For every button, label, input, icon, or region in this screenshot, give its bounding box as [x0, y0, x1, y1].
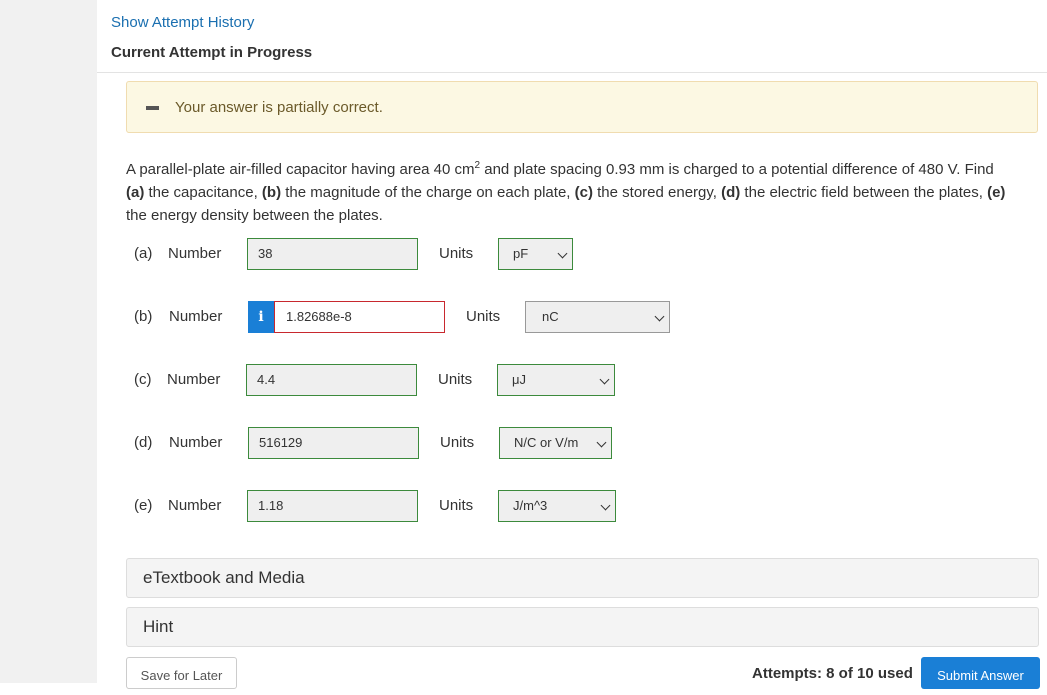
save-for-later-button[interactable]: Save for Later	[126, 657, 237, 689]
units-label: Units	[438, 371, 473, 388]
units-select-value: pF	[513, 246, 529, 261]
units-select-value: N/C or V/m	[514, 435, 579, 450]
part-tag: (a)	[134, 245, 153, 262]
units-label: Units	[440, 434, 475, 451]
answer-row-b: (b) Number i 1.82688e-8 Units nC	[0, 301, 1047, 335]
chevron-down-icon	[599, 374, 610, 385]
units-select-a[interactable]: pF	[498, 238, 573, 270]
number-label: Number	[168, 497, 222, 514]
etextbook-media-panel[interactable]: eTextbook and Media	[126, 558, 1039, 598]
answer-input-a[interactable]: 38	[247, 238, 418, 270]
units-label: Units	[439, 245, 474, 262]
chevron-down-icon	[596, 437, 607, 448]
units-select-b[interactable]: nC	[525, 301, 670, 333]
units-select-value: μJ	[512, 372, 526, 387]
show-attempt-history-link[interactable]: Show Attempt History	[111, 14, 254, 31]
feedback-banner: Your answer is partially correct.	[126, 81, 1038, 133]
submit-answer-button[interactable]: Submit Answer	[921, 657, 1040, 689]
feedback-message: Your answer is partially correct.	[175, 99, 383, 116]
answer-input-b[interactable]: 1.82688e-8	[274, 301, 445, 333]
part-tag: (c)	[134, 371, 152, 388]
question-text: A parallel-plate air-filled capacitor ha…	[126, 160, 1006, 225]
answer-row-e: (e) Number 1.18 Units J/m^3	[0, 490, 1047, 524]
header-divider	[97, 72, 1047, 73]
answer-input-c[interactable]: 4.4	[246, 364, 417, 396]
chevron-down-icon	[600, 500, 611, 511]
answer-row-c: (c) Number 4.4 Units μJ	[0, 364, 1047, 398]
units-select-e[interactable]: J/m^3	[498, 490, 616, 522]
number-label: Number	[169, 308, 223, 325]
part-tag: (d)	[134, 434, 153, 451]
minus-icon	[146, 106, 159, 110]
number-label: Number	[168, 245, 222, 262]
left-sidebar	[0, 0, 97, 683]
number-label: Number	[167, 371, 221, 388]
units-label: Units	[439, 497, 474, 514]
answer-input-d[interactable]: 516129	[248, 427, 419, 459]
hint-panel[interactable]: Hint	[126, 607, 1039, 647]
part-tag: (b)	[134, 308, 153, 325]
units-select-d[interactable]: N/C or V/m	[499, 427, 612, 459]
units-select-c[interactable]: μJ	[497, 364, 615, 396]
number-label: Number	[169, 434, 223, 451]
answer-input-e[interactable]: 1.18	[247, 490, 418, 522]
part-tag: (e)	[134, 497, 153, 514]
attempts-counter: Attempts: 8 of 10 used	[752, 665, 913, 682]
units-select-value: J/m^3	[513, 498, 548, 513]
answer-row-a: (a) Number 38 Units pF	[0, 238, 1047, 272]
info-icon[interactable]: i	[248, 301, 274, 333]
answer-row-d: (d) Number 516129 Units N/C or V/m	[0, 427, 1047, 461]
units-label: Units	[466, 308, 501, 325]
chevron-down-icon	[654, 311, 665, 322]
chevron-down-icon	[557, 248, 568, 259]
attempt-title: Current Attempt in Progress	[111, 44, 313, 61]
units-select-value: nC	[542, 309, 559, 324]
